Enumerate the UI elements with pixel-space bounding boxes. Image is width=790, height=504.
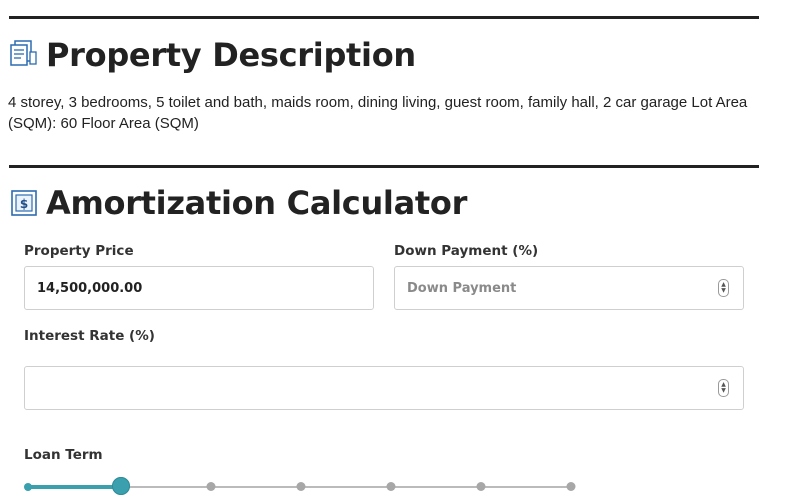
down-payment-input[interactable]: Down Payment ▲ ▼ — [394, 266, 744, 310]
section-title-amortization-calculator: Amortization Calculator — [46, 184, 468, 222]
number-spinner-icon[interactable]: ▲ ▼ — [718, 379, 729, 397]
loan-term-label: Loan Term — [24, 447, 103, 463]
down-payment-label: Down Payment (%) — [394, 243, 539, 259]
slider-start-dot — [24, 483, 32, 491]
loan-term-slider[interactable] — [24, 476, 584, 498]
interest-rate-label: Interest Rate (%) — [24, 328, 155, 344]
slider-step-dot[interactable] — [476, 482, 486, 491]
slider-step-dot[interactable] — [296, 482, 306, 491]
slider-step-dot[interactable] — [566, 482, 576, 491]
interest-rate-input[interactable]: ▲ ▼ — [24, 366, 744, 410]
section-title-property-description: Property Description — [46, 36, 416, 74]
property-description-text: 4 storey, 3 bedrooms, 5 toilet and bath,… — [8, 94, 748, 132]
slider-step-dot[interactable] — [386, 482, 396, 491]
slider-thumb[interactable] — [112, 477, 130, 495]
amortization-calculator-header: $ Amortization Calculator — [10, 184, 467, 222]
property-price-value: 14,500,000.00 — [37, 280, 143, 296]
property-description-header: Property Description — [10, 36, 416, 74]
slider-fill — [28, 485, 121, 489]
property-price-label: Property Price — [24, 243, 134, 259]
section-divider — [9, 165, 759, 168]
property-price-input[interactable]: 14,500,000.00 — [24, 266, 374, 310]
section-divider — [9, 16, 759, 19]
down-payment-placeholder: Down Payment — [407, 280, 517, 296]
slider-step-dot[interactable] — [206, 482, 216, 491]
number-spinner-icon[interactable]: ▲ ▼ — [718, 279, 729, 297]
calculator-dollar-icon: $ — [10, 186, 38, 221]
svg-text:$: $ — [20, 197, 28, 211]
document-icon — [10, 38, 38, 73]
